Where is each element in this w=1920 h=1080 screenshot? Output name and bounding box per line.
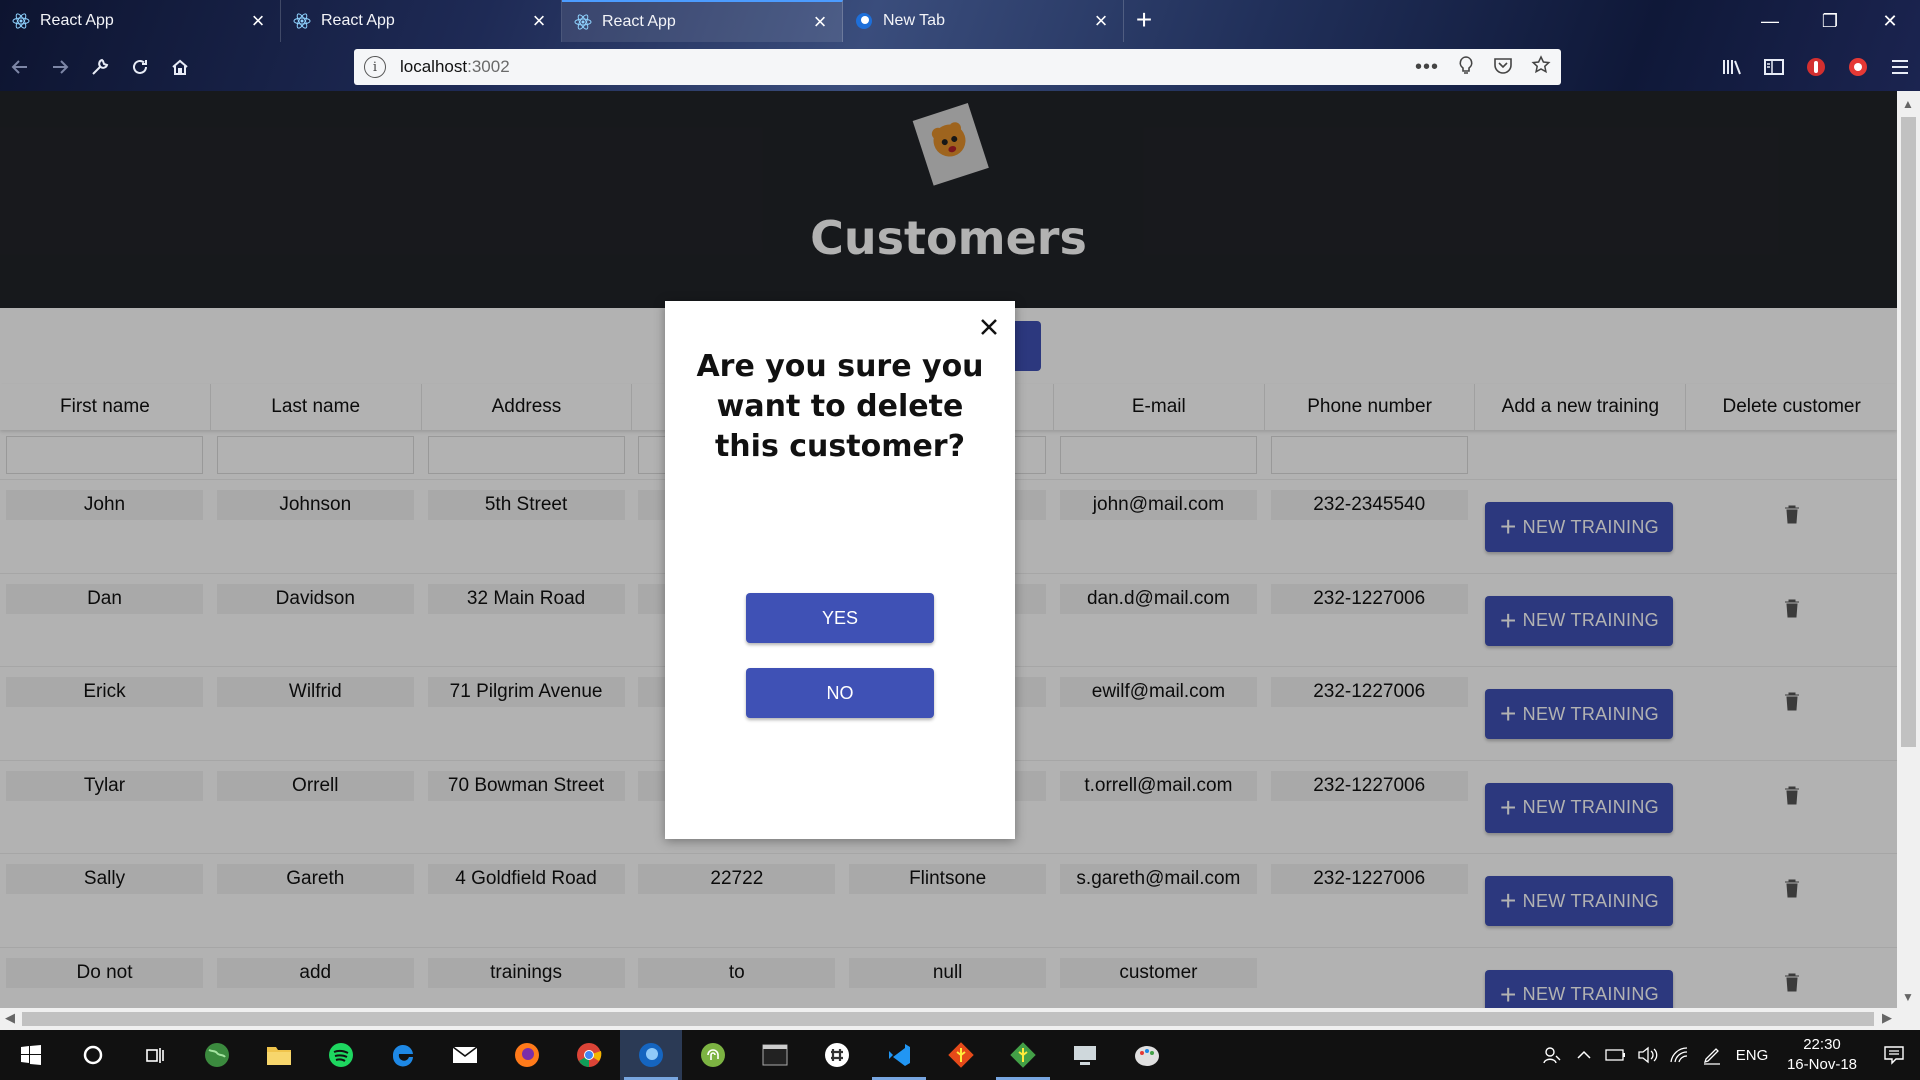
chevron-up-icon[interactable] — [1568, 1049, 1600, 1061]
windows-start-icon[interactable] — [0, 1030, 62, 1080]
horizontal-scroll-thumb[interactable] — [22, 1012, 1874, 1026]
sidebar-icon[interactable] — [1754, 49, 1794, 85]
hamburger-menu-icon[interactable] — [1880, 49, 1920, 85]
slack-icon[interactable] — [806, 1030, 868, 1080]
system-tray: ENG 22:30 16-Nov-18 — [1536, 1030, 1920, 1080]
confirm-delete-dialog: Are you sure you want to delete this cus… — [665, 301, 1015, 839]
site-info-icon[interactable]: i — [364, 56, 386, 78]
forward-arrow-icon[interactable] — [40, 49, 80, 85]
react-icon — [293, 12, 311, 30]
tab-close-icon[interactable]: × — [810, 11, 830, 33]
volume-icon[interactable] — [1632, 1046, 1664, 1064]
battery-icon[interactable] — [1600, 1048, 1632, 1062]
file-explorer-icon[interactable] — [248, 1030, 310, 1080]
terminal-icon[interactable] — [744, 1030, 806, 1080]
no-button[interactable]: NO — [746, 668, 934, 718]
dialog-title: Are you sure you want to delete this cus… — [696, 349, 984, 464]
scroll-left-icon[interactable]: ◀ — [5, 1010, 15, 1026]
scrollbar-corner — [1897, 1008, 1920, 1030]
tab-title: New Tab — [883, 12, 945, 29]
firefox-icon — [855, 12, 873, 30]
chrome-icon[interactable] — [558, 1030, 620, 1080]
tab-title: React App — [602, 13, 676, 30]
bookmark-star-icon[interactable] — [1531, 54, 1551, 80]
pocket-icon[interactable] — [1493, 56, 1513, 79]
mail-icon[interactable] — [434, 1030, 496, 1080]
toolbar-right — [1712, 46, 1920, 88]
wrench-icon[interactable] — [80, 49, 120, 85]
language-indicator[interactable]: ENG — [1728, 1047, 1776, 1064]
tab-strip: React App × React App × React App × New … — [0, 0, 1920, 42]
notifications-icon[interactable] — [1868, 1045, 1920, 1065]
paint-icon[interactable] — [1116, 1030, 1178, 1080]
new-tab-plus-icon[interactable]: + — [1124, 0, 1164, 42]
react-icon — [574, 13, 592, 31]
tab-close-icon[interactable]: × — [248, 10, 268, 32]
browser-tab-3[interactable]: React App × — [562, 0, 843, 42]
vscode-icon[interactable] — [868, 1030, 930, 1080]
globe-app-icon[interactable] — [186, 1030, 248, 1080]
navigation-toolbar: i localhost:3002 ••• — [0, 46, 1920, 88]
address-bar[interactable]: i localhost:3002 ••• — [354, 49, 1561, 85]
window-controls: — ❐ ✕ — [1740, 0, 1920, 42]
yes-button[interactable]: YES — [746, 593, 934, 643]
browser-tab-4[interactable]: New Tab × — [843, 0, 1124, 42]
extension-icon[interactable] — [1838, 49, 1878, 85]
tab-close-icon[interactable]: × — [529, 10, 549, 32]
tab-title: React App — [40, 12, 114, 29]
windows-taskbar: ENG 22:30 16-Nov-18 — [0, 1030, 1920, 1080]
firefox-developer-icon[interactable] — [620, 1030, 682, 1080]
cortana-search-icon[interactable] — [62, 1030, 124, 1080]
git-kraken-icon[interactable] — [930, 1030, 992, 1080]
browser-tab-1[interactable]: React App × — [0, 0, 281, 42]
spotify-icon[interactable] — [310, 1030, 372, 1080]
lightbulb-icon[interactable] — [1457, 55, 1475, 80]
library-icon[interactable] — [1712, 49, 1752, 85]
reload-icon[interactable] — [120, 49, 160, 85]
remote-desktop-icon[interactable] — [1054, 1030, 1116, 1080]
restore-icon[interactable]: ❐ — [1800, 0, 1860, 42]
vertical-scroll-thumb[interactable] — [1901, 117, 1916, 747]
horizontal-scrollbar[interactable]: ◀ ▶ — [0, 1008, 1897, 1030]
minimize-icon[interactable]: — — [1740, 0, 1800, 42]
home-icon[interactable] — [160, 49, 200, 85]
tab-title: React App — [321, 12, 395, 29]
clock-time: 22:30 — [1803, 1036, 1841, 1053]
vertical-scrollbar[interactable]: ▲ ▼ — [1897, 91, 1920, 1008]
people-icon[interactable] — [1536, 1045, 1568, 1065]
browser-chrome: React App × React App × React App × New … — [0, 0, 1920, 91]
close-icon[interactable] — [977, 315, 1001, 339]
scroll-right-icon[interactable]: ▶ — [1882, 1010, 1892, 1026]
ublock-extension-icon[interactable] — [1796, 49, 1836, 85]
wifi-icon[interactable] — [1664, 1046, 1696, 1064]
clock-date: 16-Nov-18 — [1786, 1056, 1858, 1073]
browser-tab-2[interactable]: React App × — [281, 0, 562, 42]
task-view-icon[interactable] — [124, 1030, 186, 1080]
scroll-down-icon[interactable]: ▼ — [1902, 990, 1914, 1004]
fingerprint-app-icon[interactable] — [682, 1030, 744, 1080]
taskbar-clock[interactable]: 22:30 16-Nov-18 — [1776, 1035, 1868, 1075]
web-page: Customers First name Last name Address E… — [0, 91, 1897, 1008]
git-app-icon[interactable] — [992, 1030, 1054, 1080]
pen-icon[interactable] — [1696, 1045, 1728, 1065]
firefox-icon[interactable] — [496, 1030, 558, 1080]
scroll-up-icon[interactable]: ▲ — [1902, 97, 1914, 111]
back-arrow-icon[interactable] — [0, 49, 40, 85]
url-host: localhost — [400, 57, 468, 76]
page-actions-icon[interactable]: ••• — [1415, 56, 1439, 79]
react-icon — [12, 12, 30, 30]
url-port: :3002 — [467, 57, 510, 76]
tab-close-icon[interactable]: × — [1091, 10, 1111, 32]
edge-icon[interactable] — [372, 1030, 434, 1080]
window-close-icon[interactable]: ✕ — [1860, 0, 1920, 42]
